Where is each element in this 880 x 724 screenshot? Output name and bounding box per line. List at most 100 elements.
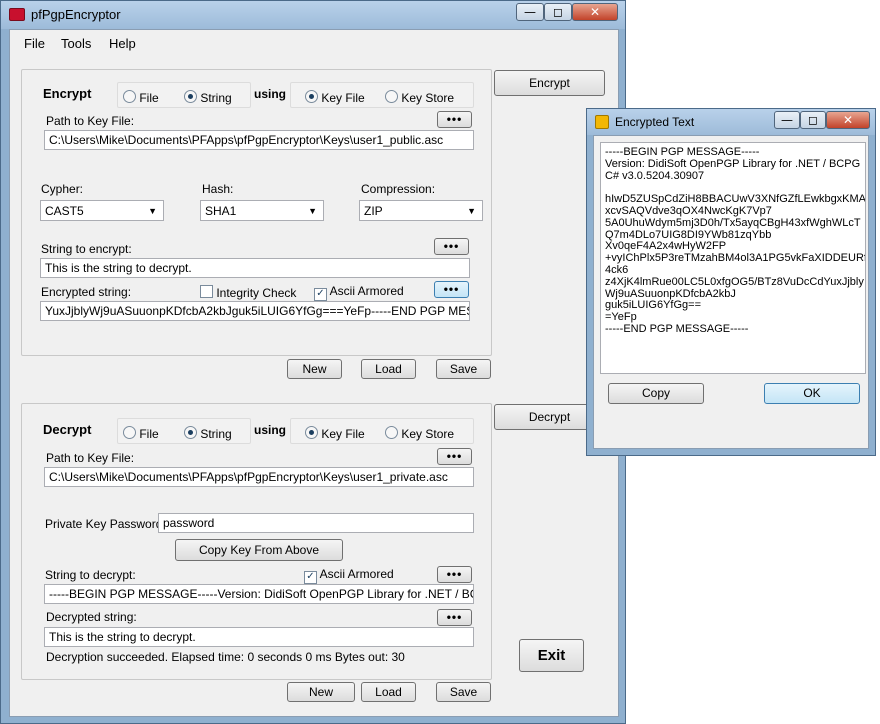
encrypted-text-area[interactable]: -----BEGIN PGP MESSAGE----- Version: Did… — [600, 142, 866, 374]
string-to-encrypt-input[interactable]: This is the string to decrypt. — [40, 258, 470, 278]
app-icon — [9, 8, 25, 21]
chevron-down-icon: ▼ — [467, 206, 476, 216]
chevron-down-icon: ▼ — [148, 206, 157, 216]
string-to-decrypt-label: String to decrypt: — [45, 568, 136, 582]
decrypt-load-button[interactable]: Load — [361, 682, 416, 702]
main-window: pfPgpEncryptor — ◻ ✕ File Tools Help Enc… — [0, 0, 626, 724]
encrypted-text-line: z4XjK4lmRue00LC5L0xfgOG5/BTz8VuDcCdYuxJj… — [605, 275, 864, 288]
encrypt-key-file[interactable]: Key File — [305, 89, 365, 105]
decryption-status: Decryption succeeded. Elapsed time: 0 se… — [46, 650, 405, 664]
decrypt-save-button[interactable]: Save — [436, 682, 491, 702]
popup-client-area: -----BEGIN PGP MESSAGE----- Version: Did… — [593, 135, 869, 449]
menu-tools[interactable]: Tools — [61, 36, 91, 51]
window-title: pfPgpEncryptor — [31, 7, 121, 22]
exit-button[interactable]: Exit — [519, 639, 584, 672]
encrypt-mode-group: File String — [117, 82, 251, 108]
radio-selected-icon[interactable] — [184, 426, 197, 439]
title-bar[interactable]: pfPgpEncryptor — ◻ ✕ — [1, 1, 625, 29]
encrypted-text-line: 5A0UhuWdym5mj3D0h/Tx5ayqCBgH43xfWghWLcT — [605, 216, 861, 229]
encrypt-browse-output-button[interactable]: ••• — [434, 281, 469, 298]
radio-icon[interactable] — [385, 90, 398, 103]
encrypted-text-window: Encrypted Text — ◻ ✕ -----BEGIN PGP MESS… — [586, 108, 876, 456]
encrypt-ascii-armored-option[interactable]: ✓ Ascii Armored — [314, 284, 404, 301]
encrypted-text-line: guk5iLUIG6YfGg== — [605, 299, 702, 312]
encrypt-key-path-input[interactable]: C:\Users\Mike\Documents\PFApps\pfPgpEncr… — [44, 130, 474, 150]
copy-button[interactable]: Copy — [608, 383, 704, 404]
encrypt-path-label: Path to Key File: — [46, 114, 135, 128]
string-to-decrypt-input[interactable]: -----BEGIN PGP MESSAGE-----Version: Didi… — [44, 584, 474, 604]
decrypt-browse-output-button[interactable]: ••• — [437, 609, 472, 626]
radio-selected-icon[interactable] — [305, 426, 318, 439]
encrypt-load-button[interactable]: Load — [361, 359, 416, 379]
cypher-label: Cypher: — [41, 182, 84, 196]
lock-icon — [595, 115, 609, 129]
encrypt-browse-key-button[interactable]: ••• — [437, 111, 472, 128]
ok-button[interactable]: OK — [764, 383, 860, 404]
radio-selected-icon[interactable] — [184, 90, 197, 103]
popup-maximize-button[interactable]: ◻ — [800, 111, 826, 129]
compression-label: Compression: — [361, 182, 436, 196]
encrypted-string-label: Encrypted string: — [41, 285, 132, 299]
encrypt-group: Encrypt File String using Key File Key S… — [21, 69, 492, 356]
radio-selected-icon[interactable] — [305, 90, 318, 103]
popup-close-button[interactable]: ✕ — [826, 111, 870, 129]
main-client-area: File Tools Help Encrypt File String usin… — [9, 29, 619, 717]
radio-icon[interactable] — [123, 90, 136, 103]
compression-select[interactable]: ZIP ▼ — [359, 200, 483, 221]
checkbox-icon[interactable] — [200, 285, 213, 298]
encrypted-text-line: 4ck6 — [605, 263, 629, 276]
decrypt-key-store[interactable]: Key Store — [385, 425, 454, 441]
encrypt-key-store[interactable]: Key Store — [385, 89, 454, 105]
private-key-password-label: Private Key Password — [45, 517, 163, 531]
radio-icon[interactable] — [385, 426, 398, 439]
close-button[interactable]: ✕ — [572, 3, 618, 21]
decrypt-new-button[interactable]: New — [287, 682, 355, 702]
hash-select[interactable]: SHA1 ▼ — [200, 200, 324, 221]
menu-file[interactable]: File — [24, 36, 45, 51]
encrypt-button[interactable]: Encrypt — [494, 70, 605, 96]
encrypted-text-line: -----END PGP MESSAGE----- — [605, 322, 749, 335]
decrypt-key-file[interactable]: Key File — [305, 425, 365, 441]
checkbox-checked-icon[interactable]: ✓ — [304, 571, 317, 584]
hash-label: Hash: — [202, 182, 234, 196]
encrypt-new-button[interactable]: New — [287, 359, 342, 379]
encrypted-text-line: xcvSAQVdve3qOX4NwcKgK7Vp7 — [605, 204, 772, 217]
integrity-check-option[interactable]: Integrity Check — [200, 284, 296, 300]
encrypt-mode-string[interactable]: String — [184, 89, 232, 105]
copy-key-from-above-button[interactable]: Copy Key From Above — [175, 539, 343, 561]
chevron-down-icon: ▼ — [308, 206, 317, 216]
decrypt-browse-string-button[interactable]: ••• — [437, 566, 472, 583]
decrypt-path-label: Path to Key File: — [46, 451, 135, 465]
decrypt-key-source-group: Key File Key Store — [290, 418, 474, 444]
decrypt-browse-key-button[interactable]: ••• — [437, 448, 472, 465]
encrypted-string-output[interactable]: YuxJjblyWj9uASuuonpKDfcbA2kbJguk5iLUIG6Y… — [40, 301, 470, 321]
private-key-password-input[interactable]: password — [158, 513, 474, 533]
encrypt-using-label: using — [254, 87, 286, 101]
encrypt-mode-file[interactable]: File — [123, 89, 159, 105]
menu-help[interactable]: Help — [109, 36, 136, 51]
decrypt-ascii-armored-option[interactable]: ✓ Ascii Armored — [304, 567, 394, 584]
decrypt-key-path-input[interactable]: C:\Users\Mike\Documents\PFApps\pfPgpEncr… — [44, 467, 474, 487]
decrypt-mode-group: File String — [117, 418, 251, 444]
decrypt-mode-file[interactable]: File — [123, 425, 159, 441]
encrypted-text-line: Version: DidiSoft OpenPGP Library for .N… — [605, 157, 861, 170]
cypher-select[interactable]: CAST5 ▼ — [40, 200, 164, 221]
encrypted-text-line: +vyIChPlx5P3reTMzahBM4ol3A1PG5vkFaXIDDEU… — [605, 252, 866, 265]
encrypt-save-button[interactable]: Save — [436, 359, 491, 379]
popup-minimize-button[interactable]: — — [774, 111, 800, 129]
popup-title-bar[interactable]: Encrypted Text — ◻ ✕ — [587, 109, 875, 135]
decrypt-group: Decrypt File String using Key File Key S… — [21, 403, 492, 680]
maximize-button[interactable]: ◻ — [544, 3, 572, 21]
minimize-button[interactable]: — — [516, 3, 544, 21]
encrypt-key-source-group: Key File Key Store — [290, 82, 474, 108]
checkbox-checked-icon[interactable]: ✓ — [314, 288, 327, 301]
encrypted-text-line: C# v3.0.5204.30907 — [605, 169, 705, 182]
decrypt-mode-string[interactable]: String — [184, 425, 232, 441]
string-to-encrypt-label: String to encrypt: — [41, 242, 132, 256]
decrypt-heading: Decrypt — [43, 422, 92, 437]
radio-icon[interactable] — [123, 426, 136, 439]
decrypt-using-label: using — [254, 423, 286, 437]
decrypted-string-output[interactable]: This is the string to decrypt. — [44, 627, 474, 647]
decrypted-string-label: Decrypted string: — [46, 610, 137, 624]
encrypt-browse-string-button[interactable]: ••• — [434, 238, 469, 255]
